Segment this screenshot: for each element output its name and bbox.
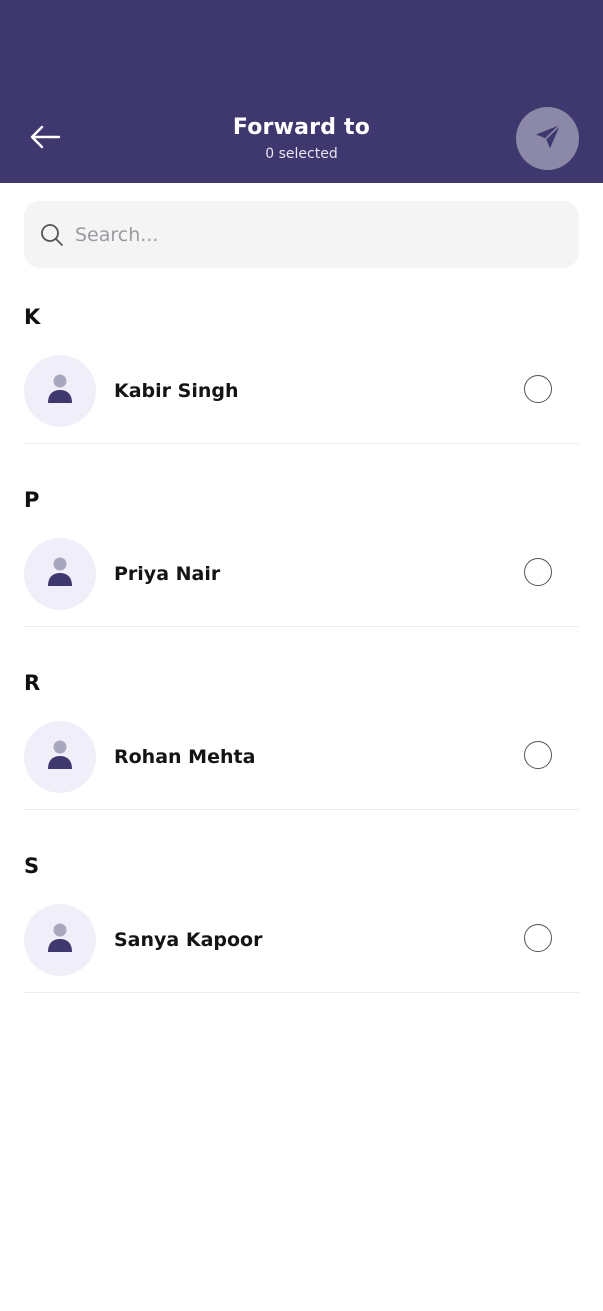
avatar	[24, 904, 96, 976]
section-header-k: K	[24, 305, 41, 329]
search-box[interactable]	[24, 201, 579, 268]
contact-name: Kabir Singh	[114, 380, 239, 402]
section-header-p: P	[24, 488, 40, 512]
search-icon	[40, 223, 64, 247]
avatar	[24, 721, 96, 793]
avatar	[24, 355, 96, 427]
page-title: Forward to	[232, 115, 371, 140]
send-button[interactable]	[516, 107, 579, 170]
person-icon	[46, 922, 74, 958]
select-radio[interactable]	[524, 375, 552, 403]
person-icon	[46, 556, 74, 592]
select-radio[interactable]	[524, 924, 552, 952]
select-radio[interactable]	[524, 741, 552, 769]
contact-row-sanya-kapoor[interactable]: Sanya Kapoor	[24, 904, 579, 993]
contact-name: Rohan Mehta	[114, 746, 256, 768]
contact-name: Sanya Kapoor	[114, 929, 263, 951]
contact-row-priya-nair[interactable]: Priya Nair	[24, 538, 579, 627]
contact-row-rohan-mehta[interactable]: Rohan Mehta	[24, 721, 579, 810]
person-icon	[46, 373, 74, 409]
avatar	[24, 538, 96, 610]
app-header: Forward to 0 selected	[0, 0, 603, 183]
selected-count: 0 selected	[265, 146, 338, 162]
arrow-left-icon	[29, 125, 61, 153]
select-radio[interactable]	[524, 558, 552, 586]
header-title-block: Forward to 0 selected	[150, 113, 453, 165]
contact-row-kabir-singh[interactable]: Kabir Singh	[24, 355, 579, 444]
search-input[interactable]	[73, 222, 547, 247]
section-header-r: R	[24, 671, 41, 695]
contact-name: Priya Nair	[114, 563, 221, 585]
person-icon	[46, 739, 74, 775]
section-header-s: S	[24, 854, 40, 878]
send-icon	[533, 122, 563, 156]
back-button[interactable]	[24, 118, 66, 160]
